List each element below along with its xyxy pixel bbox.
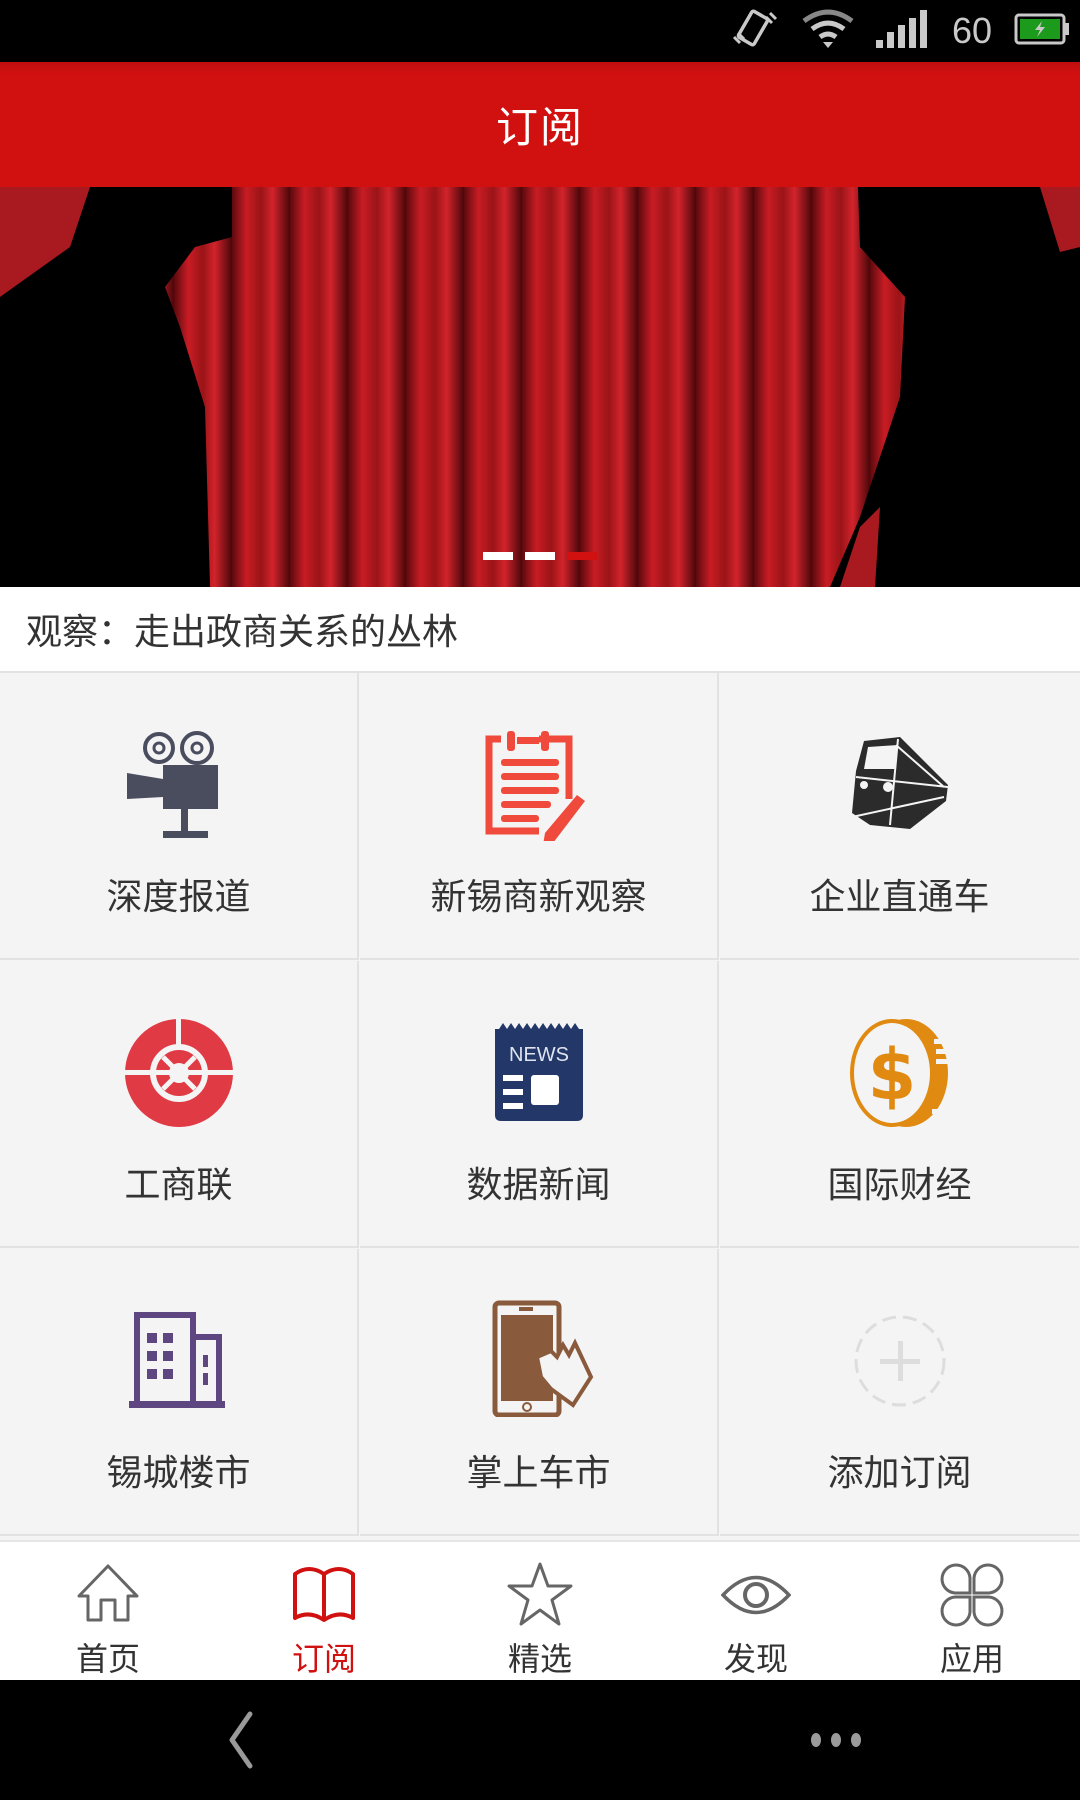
grid-item-label: 深度报道 <box>106 877 251 918</box>
tab-label: 精选 <box>507 1640 572 1678</box>
carousel-indicators <box>483 552 597 560</box>
grid-item-label: 掌上车市 <box>466 1453 611 1494</box>
svg-text:$: $ <box>867 1034 916 1116</box>
movie-camera-icon <box>126 731 218 838</box>
grid-item-new-merchant-observation[interactable]: 新锡商新观察 <box>360 673 719 960</box>
tab-discover[interactable]: 发现 <box>648 1542 864 1682</box>
grid-item-enterprise-express[interactable]: 企业直通车 <box>720 673 1079 960</box>
book-icon <box>293 1567 355 1622</box>
signal-icon <box>875 10 930 52</box>
banner-caption-text: 观察：走出政商关系的丛林 <box>26 612 459 653</box>
building-icon <box>128 1312 225 1408</box>
clipboard-pencil-icon <box>485 731 585 841</box>
add-subscription-button[interactable]: 添加订阅 <box>720 1249 1079 1536</box>
grid-item-label: 企业直通车 <box>809 877 990 918</box>
apps-icon <box>940 1563 1004 1627</box>
add-circle-icon <box>854 1315 945 1407</box>
tab-subscribe[interactable]: 订阅 <box>216 1542 432 1682</box>
grid-item-label: 国际财经 <box>827 1165 972 1206</box>
newspaper-icon: NEWS <box>494 1023 583 1121</box>
wifi-icon <box>802 9 854 53</box>
tab-featured[interactable]: 精选 <box>432 1542 648 1682</box>
bottom-tab-bar: 首页 订阅 精选 发现 应用 <box>0 1540 1080 1682</box>
grid-item-label: 锡城楼市 <box>106 1453 251 1494</box>
grid-item-data-news[interactable]: NEWS 数据新闻 <box>360 961 719 1248</box>
train-icon <box>851 737 948 829</box>
banner-caption[interactable]: 观察：走出政商关系的丛林 <box>0 587 1080 671</box>
carousel-dot-2[interactable] <box>525 552 555 560</box>
carousel-dot-3-active[interactable] <box>567 552 597 560</box>
grid-item-city-property[interactable]: 锡城楼市 <box>0 1249 359 1536</box>
tab-apps[interactable]: 应用 <box>864 1542 1080 1682</box>
grid-item-label: 新锡商新观察 <box>430 877 647 918</box>
battery-level: 60 <box>951 10 992 51</box>
app-header: 订阅 <box>0 62 1080 187</box>
tab-label: 发现 <box>723 1640 788 1678</box>
home-icon <box>77 1564 139 1622</box>
grid-item-mobile-car-market[interactable]: 掌上车市 <box>360 1249 719 1536</box>
system-nav-bar <box>0 1680 1080 1800</box>
banner-carousel[interactable] <box>0 187 1080 587</box>
tab-label: 首页 <box>75 1640 140 1678</box>
grid-item-label: 数据新闻 <box>466 1165 611 1206</box>
more-icon[interactable] <box>808 1730 864 1750</box>
grid-item-label: 工商联 <box>124 1165 233 1206</box>
news-icon-text: NEWS <box>509 1044 569 1066</box>
grid-item-international-finance[interactable]: $ 国际财经 <box>720 961 1079 1248</box>
page-title: 订阅 <box>495 103 584 152</box>
back-icon[interactable] <box>220 1710 260 1770</box>
tab-home[interactable]: 首页 <box>0 1542 216 1682</box>
grid-item-depth-report[interactable]: 深度报道 <box>0 673 359 960</box>
coin-dollar-icon: $ <box>849 1019 950 1127</box>
lifebuoy-icon <box>122 1017 235 1127</box>
vibrate-icon <box>730 7 780 55</box>
star-icon <box>507 1562 573 1626</box>
eye-icon <box>721 1575 791 1615</box>
subscription-grid: 深度报道 新锡商新观察 企业直通车 工商联 NEWS 数据新闻 $ 国际财经 锡… <box>0 671 1080 1540</box>
tab-label: 订阅 <box>291 1640 356 1678</box>
status-bar: 60 <box>0 0 1080 62</box>
grid-item-federation-of-commerce[interactable]: 工商联 <box>0 961 359 1248</box>
banner-image <box>0 187 1080 587</box>
grid-item-label: 添加订阅 <box>827 1453 972 1494</box>
phone-touch-icon <box>492 1300 593 1417</box>
battery-charging-icon <box>1014 13 1070 49</box>
tab-label: 应用 <box>939 1640 1004 1678</box>
carousel-dot-1[interactable] <box>483 552 513 560</box>
